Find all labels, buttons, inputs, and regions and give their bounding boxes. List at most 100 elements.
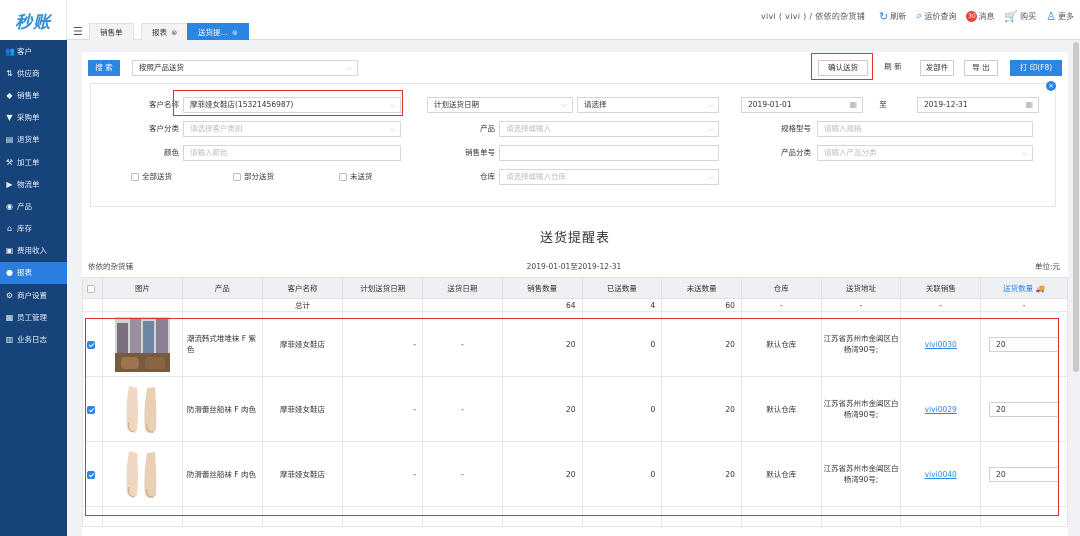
chevron-down-icon: ⌵: [1021, 149, 1027, 157]
row-select-cell[interactable]: [81, 441, 104, 507]
order-input[interactable]: [499, 145, 719, 161]
checkbox[interactable]: [339, 173, 347, 181]
tab-sales[interactable]: 销售单: [89, 23, 134, 40]
sidebar-item-log[interactable]: ▥ 业务日志: [0, 328, 67, 350]
message-button[interactable]: 30 消息: [966, 10, 994, 22]
linked-sale-link[interactable]: vivi0029: [925, 405, 957, 414]
refresh-button[interactable]: ↻ 刷新: [879, 10, 906, 23]
confirm-delivery-button[interactable]: 确认送货: [818, 60, 868, 76]
delivery-qty-input[interactable]: 20: [989, 466, 1060, 482]
linked-sale[interactable]: vivi0029: [900, 376, 982, 442]
linked-sale[interactable]: vivi0030: [900, 311, 982, 377]
plan-date-select[interactable]: 计划送货日期 ⌵: [427, 97, 573, 113]
truck-icon[interactable]: 🚚: [1036, 284, 1045, 293]
sidebar-item-logistics[interactable]: ▶ 物流单: [0, 173, 67, 195]
calendar-icon[interactable]: ▦: [1025, 98, 1033, 112]
color-input[interactable]: 请输入颜色: [183, 145, 401, 161]
warehouse-label: 仓库: [480, 172, 495, 181]
total-address: -: [820, 298, 902, 312]
qty-cell: 20: [980, 376, 1068, 442]
to-label: 至: [879, 100, 887, 109]
close-icon[interactable]: ×: [1046, 81, 1056, 91]
col-header: 送货地址: [820, 277, 902, 299]
plan-range-select[interactable]: 请选择 ⌵: [577, 97, 719, 113]
table-row: 潮流韩式堆堆袜 F 紫色 摩菲娅女鞋店 - -20 0 20 默认仓库 江苏省苏州市金阊区白杨…: [81, 311, 1068, 377]
export-button[interactable]: 导 出: [964, 60, 998, 76]
not-delivered-checkbox[interactable]: 未送货: [339, 169, 373, 185]
sent-qty: 0: [581, 311, 663, 377]
sidebar-item-sales[interactable]: ◆ 销售单: [0, 84, 67, 106]
refresh-list-button[interactable]: 刷 新: [878, 60, 908, 76]
purchase-icon: ▼: [6, 113, 13, 123]
checkbox[interactable]: [87, 470, 96, 479]
sidebar-item-return[interactable]: ▤ 退货单: [0, 129, 67, 151]
tab-delivery[interactable]: 送货提... ⊗: [187, 23, 249, 40]
close-icon[interactable]: ⊗: [171, 29, 177, 37]
linked-sale-link[interactable]: vivi0040: [925, 470, 957, 479]
all-delivered-checkbox[interactable]: 全部送货: [131, 169, 172, 185]
buy-button[interactable]: 🛒 购买: [1004, 10, 1036, 23]
col-header-qty: 送货数量 🚚: [980, 277, 1068, 299]
delivery-qty-input[interactable]: 20: [989, 401, 1060, 417]
select-all-cell[interactable]: [81, 277, 104, 299]
ship-parts-button[interactable]: 发部件: [920, 60, 954, 76]
checkbox[interactable]: [131, 173, 139, 181]
checkbox[interactable]: [233, 173, 241, 181]
checkbox[interactable]: [87, 405, 96, 414]
print-button[interactable]: 打 印(F8): [1010, 60, 1062, 76]
tab-report[interactable]: 报表 ⊗: [141, 23, 189, 40]
unsent-qty: 20: [661, 376, 742, 442]
close-icon[interactable]: ⊗: [232, 29, 238, 37]
product-category-select[interactable]: 请输入产品分类 ⌵: [817, 145, 1033, 161]
sidebar-item-staff[interactable]: ▦ 员工管理: [0, 306, 67, 328]
checkbox[interactable]: [87, 340, 96, 349]
sidebar-item-label: 产品: [17, 201, 32, 211]
sidebar-item-label: 库存: [17, 224, 32, 234]
warehouse: 默认仓库: [740, 441, 822, 507]
scrollbar[interactable]: [1073, 42, 1079, 372]
sidebar-item-purchase[interactable]: ▼ 采购单: [0, 107, 67, 129]
total-unsent: 60: [661, 298, 742, 312]
sidebar-item-supplier[interactable]: ⇅ 供应商: [0, 62, 67, 84]
address: 江苏省苏州市金阊区白杨湾90号;: [820, 441, 902, 507]
sidebar-item-report[interactable]: ● 报表: [0, 261, 67, 285]
product-category-label: 产品分类: [781, 148, 811, 157]
sidebar-item-label: 客户: [17, 46, 32, 56]
freight-query-button[interactable]: ⌕ 运价查询: [916, 9, 956, 23]
sidebar-item-customer[interactable]: 👥 客户: [0, 40, 67, 62]
sidebar-item-stock[interactable]: ⌂ 库存: [0, 218, 67, 240]
search-button[interactable]: 搜 索: [88, 60, 120, 76]
row-select-cell[interactable]: [81, 311, 104, 377]
date-from-input[interactable]: 2019-01-01 ▦: [741, 97, 863, 113]
spec-input[interactable]: 请输入规格: [817, 121, 1033, 137]
warehouse-select[interactable]: 请选择或输入仓库 ⌵: [499, 169, 719, 185]
linked-sale[interactable]: vivi0040: [900, 441, 982, 507]
col-header: 送货日期: [422, 277, 503, 299]
top-bar: ☰ 销售单 报表 ⊗ 送货提... ⊗ vivi ( vivi ) / 依依的杂…: [67, 0, 1080, 40]
date-to-input[interactable]: 2019-12-31 ▦: [917, 97, 1039, 113]
delivery-qty-input[interactable]: 20: [989, 336, 1060, 352]
sidebar-item-label: 销售单: [17, 90, 40, 100]
menu-toggle-icon[interactable]: ☰: [73, 25, 83, 38]
customer-select[interactable]: 摩菲娅女鞋店(15321456987) ⌵: [183, 97, 401, 113]
unsent-qty: 20: [661, 311, 742, 377]
logo[interactable]: 秒账: [0, 0, 67, 40]
checkbox[interactable]: [87, 284, 96, 293]
stock-icon: ⌂: [6, 224, 13, 234]
more-button[interactable]: ♙ 更多: [1046, 10, 1074, 23]
product-label: 产品: [480, 124, 495, 133]
calendar-icon[interactable]: ▦: [849, 98, 857, 112]
sidebar-item-settings[interactable]: ⚙ 商户设置: [0, 284, 67, 306]
category-select[interactable]: 请选择客户类别 ⌵: [183, 121, 401, 137]
order-label: 销售单号: [465, 148, 495, 157]
search-mode-select[interactable]: 按照产品送货 ⌵: [132, 60, 358, 76]
row-select-cell[interactable]: [81, 376, 104, 442]
linked-sale-link[interactable]: vivi0030: [925, 340, 957, 349]
product-select[interactable]: 请选择或输入 ⌵: [499, 121, 719, 137]
partial-delivered-checkbox[interactable]: 部分送货: [233, 169, 274, 185]
sidebar-item-product[interactable]: ◉ 产品: [0, 195, 67, 217]
sent-qty: 0: [581, 376, 663, 442]
process-icon: ⚒: [5, 157, 14, 167]
sidebar-item-expense[interactable]: ▣ 费用收入: [0, 240, 67, 262]
sidebar-item-process[interactable]: ⚒ 加工单: [0, 151, 67, 173]
